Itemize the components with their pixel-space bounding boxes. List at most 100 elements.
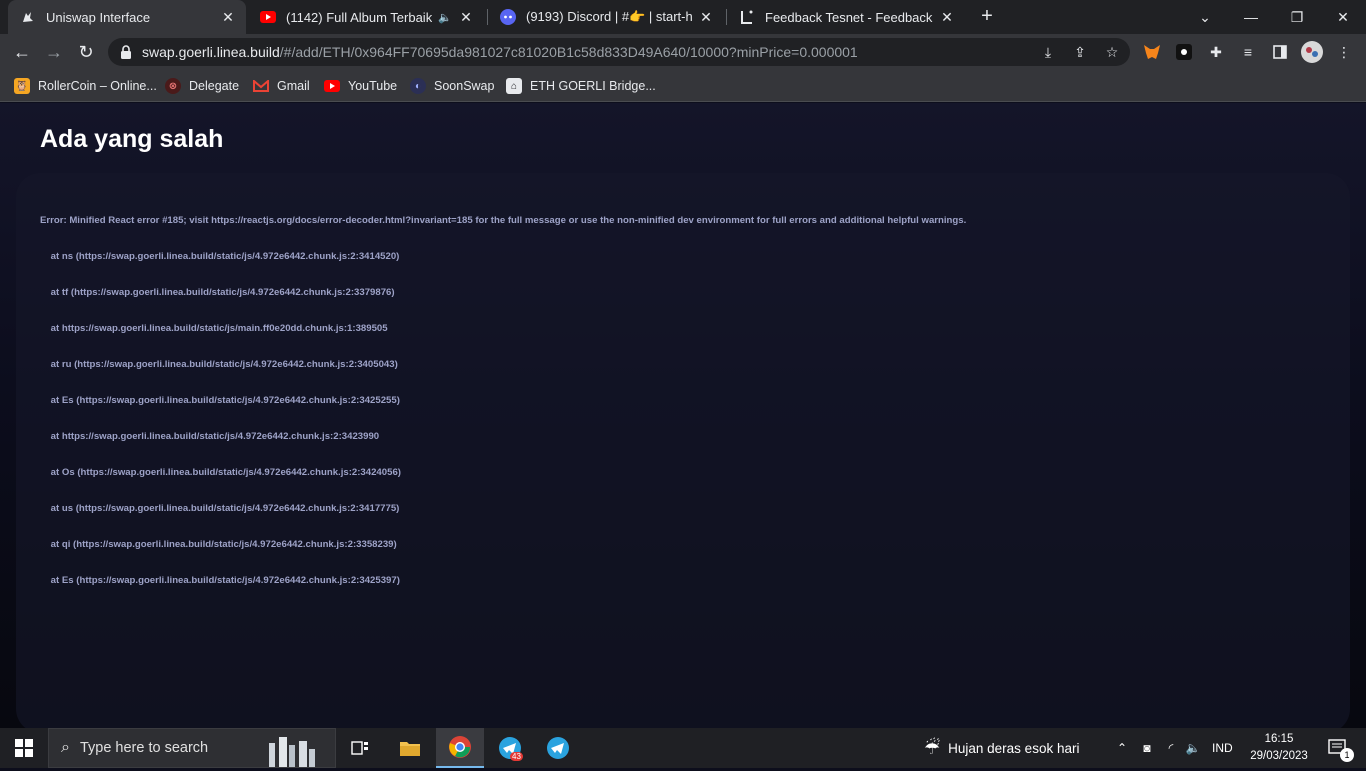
file-explorer-icon[interactable] bbox=[386, 728, 434, 768]
tab-linea-feedback[interactable]: Feedback Tesnet - Feedback - Linea ✕ bbox=[727, 0, 965, 34]
linea-icon bbox=[739, 9, 755, 25]
tab-title: (9193) Discord | #👉 | start-here bbox=[526, 9, 692, 24]
side-panel-icon[interactable] bbox=[1270, 42, 1290, 62]
error-stack-trace: Error: Minified React error #185; visit … bbox=[40, 191, 966, 611]
bookmark-star-icon[interactable]: ☆ bbox=[1102, 42, 1122, 62]
bookmarks-bar: 🦉 RollerCoin – Online... ⊗ Delegate Gmai… bbox=[0, 70, 1366, 102]
error-line: at ru (https://swap.goerli.linea.build/s… bbox=[40, 359, 398, 370]
task-view-icon[interactable] bbox=[336, 728, 384, 768]
error-line: at Os (https://swap.goerli.linea.build/s… bbox=[40, 467, 401, 478]
notification-count-badge: 1 bbox=[1340, 748, 1354, 762]
media-control-icon[interactable]: ≡ bbox=[1238, 42, 1258, 62]
language-indicator[interactable]: IND bbox=[1212, 728, 1233, 768]
tab-title: Feedback Tesnet - Feedback - Linea bbox=[765, 9, 933, 25]
url-path: /#/add/ETH/0x964FF70695da981027c81020B1c… bbox=[279, 44, 858, 60]
tab-uniswap[interactable]: Uniswap Interface ✕ bbox=[8, 0, 246, 34]
bridge-icon: ⌂ bbox=[506, 78, 522, 94]
error-line: at Es (https://swap.goerli.linea.build/s… bbox=[40, 575, 400, 586]
gmail-icon bbox=[253, 78, 269, 94]
uniswap-unicorn-icon bbox=[20, 9, 36, 25]
show-hidden-icons-chevron-icon[interactable]: ⌃ bbox=[1114, 728, 1130, 768]
error-line: at us (https://swap.goerli.linea.build/s… bbox=[40, 503, 400, 514]
telegram-unread-badge: 43 bbox=[510, 752, 523, 761]
search-placeholder: Type here to search bbox=[79, 740, 209, 756]
tab-youtube[interactable]: (1142) Full Album Terbaik Nike Ardilla 🔈… bbox=[248, 0, 484, 34]
close-tab-icon[interactable]: ✕ bbox=[939, 9, 955, 25]
windows-taskbar: ⌕ Type here to search 43 ☔ Hujan deras e… bbox=[0, 728, 1366, 768]
bookmark-delegate[interactable]: ⊗ Delegate bbox=[165, 76, 239, 96]
error-line: at https://swap.goerli.linea.build/stati… bbox=[40, 431, 380, 442]
search-icon: ⌕ bbox=[61, 739, 70, 756]
reload-button[interactable]: ↻ bbox=[72, 38, 100, 66]
tab-discord[interactable]: (9193) Discord | #👉 | start-here ✕ bbox=[488, 0, 724, 34]
notification-center-icon[interactable]: 1 bbox=[1322, 728, 1354, 768]
bookmark-soonswap[interactable]: ◐ SoonSwap bbox=[410, 76, 494, 96]
browser-menu-icon[interactable]: ⋮ bbox=[1334, 42, 1354, 62]
minimize-button[interactable]: — bbox=[1228, 0, 1274, 34]
url-text[interactable]: swap.goerli.linea.build/#/add/ETH/0x964F… bbox=[142, 44, 858, 60]
taskbar-search-input[interactable]: ⌕ Type here to search bbox=[48, 728, 336, 768]
clock-date: 29/03/2023 bbox=[1250, 750, 1308, 762]
error-line: at tf (https://swap.goerli.linea.build/s… bbox=[40, 287, 395, 298]
error-line: at https://swap.goerli.linea.build/stati… bbox=[40, 323, 388, 334]
page-title: Ada yang salah bbox=[40, 125, 224, 153]
address-bar[interactable]: swap.goerli.linea.build/#/add/ETH/0x964F… bbox=[108, 38, 1130, 66]
telegram-taskbar-icon[interactable]: 43 bbox=[486, 728, 534, 768]
search-highlight-image-icon bbox=[259, 733, 329, 771]
close-tab-icon[interactable]: ✕ bbox=[220, 9, 236, 25]
delegate-icon: ⊗ bbox=[165, 78, 181, 94]
windows-logo-icon bbox=[15, 739, 33, 757]
chrome-taskbar-icon[interactable] bbox=[436, 728, 484, 768]
bookmark-label: YouTube bbox=[348, 79, 398, 93]
bookmark-label: RollerCoin – Online... bbox=[38, 79, 157, 93]
bookmark-eth-goerli-bridge[interactable]: ⌂ ETH GOERLI Bridge... bbox=[506, 76, 656, 96]
bookmark-label: SoonSwap bbox=[434, 79, 495, 93]
umbrella-rain-icon: ☔ bbox=[924, 737, 941, 758]
share-icon[interactable]: ⇪ bbox=[1070, 42, 1090, 62]
start-button[interactable] bbox=[0, 728, 48, 768]
weather-text: Hujan deras esok hari bbox=[948, 740, 1080, 756]
tab-strip: Uniswap Interface ✕ (1142) Full Album Te… bbox=[0, 0, 1366, 34]
back-button[interactable]: ← bbox=[8, 38, 36, 66]
soonswap-icon: ◐ bbox=[410, 78, 426, 94]
lock-icon[interactable] bbox=[120, 45, 134, 59]
error-line: at ns (https://swap.goerli.linea.build/s… bbox=[40, 251, 400, 262]
close-window-button[interactable]: ✕ bbox=[1320, 0, 1366, 34]
bookmark-rollercoin[interactable]: 🦉 RollerCoin – Online... bbox=[14, 76, 157, 96]
volume-icon[interactable]: 🔈 bbox=[1184, 728, 1202, 768]
extension-icon[interactable] bbox=[1174, 42, 1194, 62]
error-line: Error: Minified React error #185; visit … bbox=[40, 215, 967, 226]
bookmark-gmail[interactable]: Gmail bbox=[253, 76, 310, 96]
extensions-puzzle-icon[interactable]: ✚ bbox=[1206, 42, 1226, 62]
new-tab-button[interactable]: + bbox=[976, 6, 998, 28]
youtube-icon bbox=[324, 78, 340, 94]
clock[interactable]: 16:15 29/03/2023 bbox=[1240, 731, 1318, 765]
youtube-icon bbox=[260, 9, 276, 25]
camera-icon[interactable]: ◙ bbox=[1138, 728, 1156, 768]
bookmark-label: Gmail bbox=[277, 79, 310, 93]
browser-toolbar: ← → ↻ swap.goerli.linea.build/#/add/ETH/… bbox=[0, 34, 1366, 70]
bookmark-youtube[interactable]: YouTube bbox=[324, 76, 397, 96]
wifi-icon[interactable]: ◜ bbox=[1162, 728, 1180, 768]
tab-search-chevron-icon[interactable]: ⌄ bbox=[1182, 0, 1228, 34]
clock-time: 16:15 bbox=[1264, 733, 1294, 745]
page-content: Ada yang salah Error: Minified React err… bbox=[0, 103, 1366, 733]
error-line: at qi (https://swap.goerli.linea.build/s… bbox=[40, 539, 397, 550]
rollercoin-icon: 🦉 bbox=[14, 78, 30, 94]
profile-avatar[interactable] bbox=[1300, 40, 1324, 64]
close-tab-icon[interactable]: ✕ bbox=[458, 9, 474, 25]
metamask-icon[interactable] bbox=[1142, 42, 1162, 62]
telegram-web-icon[interactable] bbox=[534, 728, 582, 768]
install-app-icon[interactable]: ⤓ bbox=[1038, 42, 1058, 62]
forward-button[interactable]: → bbox=[40, 38, 68, 66]
url-host: swap.goerli.linea.build bbox=[142, 44, 280, 60]
restore-button[interactable]: ❐ bbox=[1274, 0, 1320, 34]
tab-title: (1142) Full Album Terbaik Nike Ardilla bbox=[286, 9, 433, 25]
bookmark-label: Delegate bbox=[189, 79, 240, 93]
error-line: at Es (https://swap.goerli.linea.build/s… bbox=[40, 395, 400, 406]
weather-widget[interactable]: ☔ Hujan deras esok hari bbox=[924, 728, 1079, 768]
discord-icon bbox=[500, 9, 516, 25]
speaker-icon[interactable]: 🔈 bbox=[438, 11, 452, 24]
tab-title: Uniswap Interface bbox=[46, 9, 151, 25]
close-tab-icon[interactable]: ✕ bbox=[698, 9, 714, 25]
